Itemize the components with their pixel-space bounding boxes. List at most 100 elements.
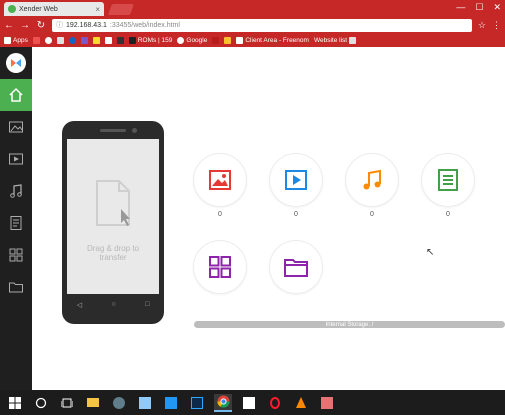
bookmark-icon[interactable] [56, 37, 64, 44]
back-button[interactable]: ← [4, 20, 14, 31]
task-view-button[interactable] [58, 394, 76, 412]
sidebar-item-files[interactable] [0, 271, 32, 303]
xender-logo-icon [11, 59, 21, 67]
home-icon [9, 87, 23, 102]
photoshop-icon [191, 396, 203, 409]
chrome-icon [216, 395, 230, 408]
freenom-favicon-icon [236, 37, 244, 44]
google-favicon-icon [177, 37, 185, 44]
bookmarks-bar: Apps ROMs | 159 Google Client Area - Fre… [0, 34, 505, 47]
file-explorer-icon [87, 398, 99, 407]
url-host: 192.168.43.1 [66, 21, 107, 29]
sidebar-item-photos[interactable] [0, 111, 32, 143]
cortana-icon [35, 397, 47, 408]
sidebar-item-home[interactable] [0, 79, 32, 111]
search-button[interactable] [32, 394, 50, 412]
taskbar-app-chrome[interactable] [214, 393, 232, 412]
folder-icon [284, 259, 308, 277]
file-drop-icon [96, 180, 130, 226]
bookmark-icon[interactable] [104, 37, 112, 44]
phone-speaker [100, 129, 126, 132]
bookmark-star-icon[interactable]: ☆ [478, 20, 486, 31]
internal-storage-bar[interactable]: Internal Storage: / [194, 321, 505, 328]
url-path: :33455/web/index.html [109, 21, 180, 29]
page-info-icon[interactable]: ⓘ [56, 20, 63, 30]
sidebar-item-music[interactable] [0, 175, 32, 207]
tab-close-button[interactable]: × [95, 5, 100, 14]
apps-icon [209, 256, 231, 278]
music-count: 0 [370, 211, 374, 218]
roms-favicon-icon [128, 37, 136, 44]
videos-count: 0 [294, 211, 298, 218]
taskbar-app-2[interactable] [110, 394, 128, 412]
taskbar-app-3[interactable] [136, 394, 154, 412]
app-icon [139, 396, 151, 409]
category-documents[interactable] [421, 153, 475, 207]
sidebar-item-apps[interactable] [0, 239, 32, 271]
menu-icon[interactable]: ⋮ [492, 20, 501, 31]
bookmark-icon[interactable] [92, 37, 100, 44]
bookmark-website-list[interactable]: Website list [314, 37, 357, 44]
bookmark-icon[interactable] [116, 37, 124, 44]
bookmark-icon[interactable] [32, 37, 40, 44]
minimize-button[interactable]: — [456, 2, 465, 13]
phone-drop-zone[interactable]: Drag & drop to transfer ◁ ○ □ [62, 121, 164, 324]
bookmark-icon[interactable] [80, 37, 88, 44]
mouse-cursor-icon: ↖ [426, 247, 435, 258]
forward-button[interactable]: → [20, 20, 30, 31]
bookmark-google[interactable]: Google [177, 37, 207, 44]
sidebar-item-documents[interactable] [0, 207, 32, 239]
document-icon [10, 216, 22, 230]
xender-favicon-icon [8, 5, 16, 13]
url-input[interactable]: ⓘ 192.168.43.1:33455/web/index.html [52, 18, 472, 32]
xender-logo [0, 47, 32, 79]
category-music[interactable] [345, 153, 399, 207]
video-icon [9, 153, 23, 165]
sidebar [0, 47, 32, 390]
category-photos[interactable] [193, 153, 247, 207]
documents-count: 0 [446, 211, 450, 218]
sidebar-item-videos[interactable] [0, 143, 32, 175]
taskbar-app-4[interactable] [162, 394, 180, 412]
new-tab-button[interactable] [107, 4, 135, 15]
image-icon [9, 121, 23, 133]
taskbar-app-opera[interactable] [266, 394, 284, 412]
task-view-icon [61, 398, 73, 407]
bookmark-icon[interactable] [224, 37, 232, 44]
taskbar-app-6[interactable] [240, 394, 258, 412]
category-videos[interactable] [269, 153, 323, 207]
close-window-button[interactable]: ✕ [493, 2, 501, 13]
folder-icon [9, 282, 23, 293]
storage-label: Internal Storage: / [325, 321, 374, 328]
category-apps[interactable] [193, 240, 247, 294]
vlc-icon [296, 396, 306, 408]
windows-start-button[interactable] [6, 394, 24, 412]
bookmark-icon[interactable] [44, 37, 52, 44]
website-list-favicon-icon [349, 37, 357, 44]
drop-hint-text: Drag & drop to transfer [86, 244, 140, 262]
taskbar [0, 390, 505, 415]
bookmark-icon[interactable] [212, 37, 220, 44]
bookmark-apps[interactable]: Apps [4, 37, 28, 44]
bookmark-roms[interactable]: ROMs | 159 [128, 37, 172, 44]
reload-button[interactable]: ↻ [36, 20, 46, 31]
taskbar-app-vlc[interactable] [292, 394, 310, 412]
windows-logo-icon [9, 396, 21, 409]
phone-camera [132, 128, 137, 133]
category-folder[interactable] [269, 240, 323, 294]
music-note-icon [10, 184, 22, 198]
taskbar-app-photoshop[interactable] [188, 394, 206, 412]
browser-tab[interactable]: Xender Web × [4, 2, 104, 16]
apps-grid-icon [4, 37, 11, 44]
main-content: Drag & drop to transfer ◁ ○ □ 0 0 0 0 In… [32, 47, 505, 390]
phone-home-icon: ○ [111, 301, 116, 308]
taskbar-app-explorer[interactable] [84, 394, 102, 412]
taskbar-app-9[interactable] [318, 394, 336, 412]
app-icon [321, 396, 333, 409]
bookmark-icon[interactable] [68, 37, 76, 44]
maximize-button[interactable]: ☐ [475, 2, 483, 13]
bookmark-freenom[interactable]: Client Area - Freenom [236, 37, 309, 44]
apps-grid-icon [9, 248, 23, 262]
browser-titlebar: Xender Web × — ☐ ✕ [0, 0, 505, 16]
phone-screen[interactable]: Drag & drop to transfer [67, 139, 159, 294]
